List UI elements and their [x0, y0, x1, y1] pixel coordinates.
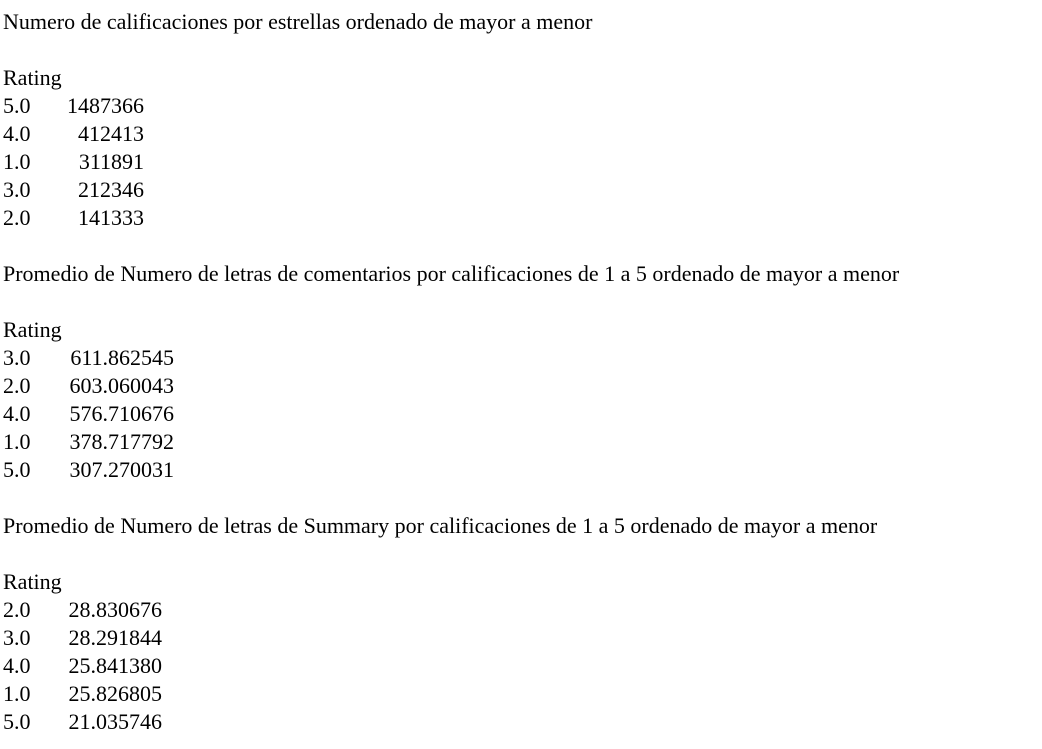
table-row: 4.0 412413 [3, 120, 1042, 148]
table-row: 2.0 28.830676 [3, 596, 1042, 624]
section-title: Promedio de Numero de letras de Summary … [3, 513, 878, 538]
table-row: 1.0 311891 [3, 148, 1042, 176]
rating-value: 25.826805 [68, 681, 163, 706]
rating-value: 378.717792 [69, 429, 175, 454]
table-row: 1.0 25.826805 [3, 680, 1042, 708]
rating-value: 28.291844 [68, 625, 163, 650]
index-name: Rating [3, 65, 62, 90]
rating-key: 2.0 [3, 205, 31, 230]
table-row: 2.0 141333 [3, 204, 1042, 232]
table-row: 5.0 1487366 [3, 92, 1042, 120]
rating-value: 611.862545 [70, 345, 174, 370]
rating-value: 576.710676 [69, 401, 175, 426]
rating-key: 4.0 [3, 121, 31, 146]
rating-key: 1.0 [3, 681, 31, 706]
table-row: 5.0 21.035746 [3, 708, 1042, 736]
rating-value: 1487366 [67, 93, 144, 118]
section-title: Promedio de Numero de letras de comentar… [3, 261, 900, 286]
rating-key: 1.0 [3, 429, 31, 454]
section-rating-counts: Numero de calificaciones por estrellas o… [3, 8, 1042, 260]
output-document: Numero de calificaciones por estrellas o… [0, 0, 1042, 736]
rating-key: 1.0 [3, 149, 31, 174]
table-row: 5.0 307.270031 [3, 456, 1042, 484]
index-name: Rating [3, 569, 62, 594]
section-comment-length: Promedio de Numero de letras de comentar… [3, 260, 1042, 512]
table-row: 3.0 28.291844 [3, 624, 1042, 652]
table-row: 3.0 611.862545 [3, 344, 1042, 372]
rating-key: 3.0 [3, 625, 31, 650]
rating-value: 141333 [78, 205, 144, 230]
rating-key: 4.0 [3, 653, 31, 678]
rating-value: 28.830676 [68, 597, 163, 622]
section-summary-length: Promedio de Numero de letras de Summary … [3, 512, 1042, 736]
rating-key: 2.0 [3, 597, 31, 622]
table-row: 4.0 25.841380 [3, 652, 1042, 680]
table-row: 2.0 603.060043 [3, 372, 1042, 400]
rating-value: 311891 [78, 149, 144, 174]
rating-key: 2.0 [3, 373, 31, 398]
rating-key: 3.0 [3, 177, 31, 202]
rating-value: 412413 [78, 121, 144, 146]
index-name: Rating [3, 317, 62, 342]
rating-value: 307.270031 [69, 457, 175, 482]
rating-key: 5.0 [3, 93, 31, 118]
rating-key: 5.0 [3, 709, 31, 734]
rating-key: 5.0 [3, 457, 31, 482]
section-title: Numero de calificaciones por estrellas o… [3, 9, 593, 34]
rating-value: 25.841380 [68, 653, 163, 678]
table-row: 1.0 378.717792 [3, 428, 1042, 456]
rating-value: 603.060043 [69, 373, 175, 398]
table-row: 4.0 576.710676 [3, 400, 1042, 428]
rating-key: 4.0 [3, 401, 31, 426]
rating-value: 212346 [78, 177, 144, 202]
rating-value: 21.035746 [68, 709, 163, 734]
table-row: 3.0 212346 [3, 176, 1042, 204]
rating-key: 3.0 [3, 345, 31, 370]
